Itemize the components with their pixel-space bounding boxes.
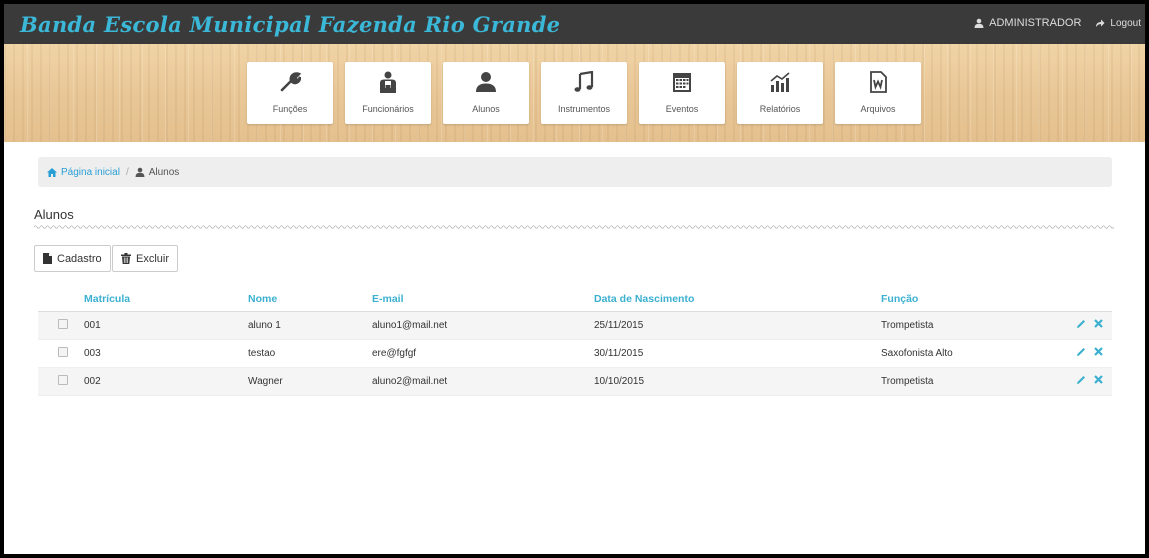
- main-menu: Funções Funcionários Alunos Instrumentos…: [247, 62, 921, 124]
- user-area: ADMINISTRADOR Logout: [974, 17, 1141, 29]
- table-row: 001 aluno 1 aluno1@mail.net 25/11/2015 T…: [38, 311, 1112, 340]
- breadcrumb-home-label: Página inicial: [61, 166, 120, 178]
- pencil-icon[interactable]: [1076, 375, 1086, 385]
- menu-label: Alunos: [472, 104, 500, 114]
- cell-nascimento: 10/10/2015: [594, 367, 881, 396]
- user-icon: [135, 167, 145, 177]
- table-row: 002 Wagner aluno2@mail.net 10/10/2015 Tr…: [38, 367, 1112, 396]
- breadcrumb-home[interactable]: Página inicial: [47, 167, 120, 178]
- cell-email: aluno1@mail.net: [372, 311, 594, 340]
- share-arrow-icon: [1096, 19, 1105, 27]
- top-navbar: Banda Escola Municipal Fazenda Rio Grand…: [4, 4, 1145, 44]
- calendar-icon: [670, 70, 694, 94]
- menu-item-instrumentos[interactable]: Instrumentos: [541, 62, 627, 124]
- cell-funcao: Trompetista: [881, 367, 1076, 396]
- menu-item-eventos[interactable]: Eventos: [639, 62, 725, 124]
- logout-label: Logout: [1110, 17, 1141, 29]
- menu-label: Arquivos: [860, 104, 896, 114]
- cell-email: ere@fgfgf: [372, 339, 594, 368]
- breadcrumb-separator: /: [125, 166, 129, 178]
- wood-banner: Funções Funcionários Alunos Instrumentos…: [4, 44, 1145, 142]
- cell-nome: Wagner: [248, 367, 372, 396]
- trash-icon: [121, 253, 131, 264]
- pencil-icon[interactable]: [1076, 347, 1086, 357]
- row-checkbox[interactable]: [58, 374, 68, 385]
- user-name: ADMINISTRADOR: [989, 17, 1082, 29]
- cell-funcao: Saxofonista Alto: [881, 339, 1076, 368]
- menu-item-arquivos[interactable]: Arquivos: [835, 62, 921, 124]
- header-delete: [1094, 288, 1112, 312]
- row-checkbox[interactable]: [58, 346, 68, 357]
- header-funcao[interactable]: Função: [881, 288, 1076, 312]
- students-table: Matrícula Nome E-mail Data de Nascimento…: [38, 288, 1112, 396]
- chart-icon: [768, 70, 792, 94]
- close-icon[interactable]: [1094, 347, 1103, 356]
- word-file-icon: [866, 70, 890, 94]
- employees-icon: [376, 70, 400, 94]
- cell-matricula: 001: [84, 311, 248, 340]
- table-header-row: Matrícula Nome E-mail Data de Nascimento…: [38, 288, 1112, 312]
- cell-matricula: 002: [84, 367, 248, 396]
- title-divider: [34, 224, 1114, 230]
- header-email[interactable]: E-mail: [372, 288, 594, 312]
- wrench-icon: [278, 70, 302, 94]
- cell-email: aluno2@mail.net: [372, 367, 594, 396]
- breadcrumb-current-label: Alunos: [148, 166, 180, 178]
- menu-label: Funções: [272, 104, 308, 114]
- header-select: [38, 288, 84, 312]
- user-menu[interactable]: ADMINISTRADOR: [974, 17, 1081, 29]
- user-icon: [474, 70, 498, 94]
- cell-nascimento: 30/11/2015: [594, 339, 881, 368]
- menu-label: Instrumentos: [557, 104, 611, 114]
- menu-label: Funcionários: [362, 104, 414, 114]
- add-button[interactable]: Cadastro: [34, 245, 111, 272]
- close-icon[interactable]: [1094, 375, 1103, 384]
- page-title: Alunos: [34, 207, 74, 222]
- delete-button[interactable]: Excluir: [112, 245, 179, 272]
- menu-item-funcoes[interactable]: Funções: [247, 62, 333, 124]
- header-nome[interactable]: Nome: [248, 288, 372, 312]
- header-edit: [1076, 288, 1094, 312]
- cell-nascimento: 25/11/2015: [594, 311, 881, 340]
- breadcrumb-current: Alunos: [135, 166, 180, 178]
- breadcrumb: Página inicial / Alunos: [38, 157, 1112, 187]
- row-checkbox[interactable]: [58, 318, 68, 329]
- logout-link[interactable]: Logout: [1095, 18, 1141, 29]
- user-icon: [974, 18, 984, 28]
- close-icon[interactable]: [1094, 319, 1103, 328]
- menu-label: Relatórios: [759, 104, 801, 114]
- pencil-icon[interactable]: [1076, 319, 1086, 329]
- cell-nome: testao: [248, 339, 372, 368]
- file-icon: [43, 253, 52, 264]
- menu-item-alunos[interactable]: Alunos: [443, 62, 529, 124]
- menu-label: Eventos: [665, 104, 699, 114]
- header-nascimento[interactable]: Data de Nascimento: [594, 288, 881, 312]
- add-button-label: Cadastro: [57, 252, 102, 265]
- table-row: 003 testao ere@fgfgf 30/11/2015 Saxofoni…: [38, 339, 1112, 368]
- music-note-icon: [572, 70, 596, 94]
- menu-item-relatorios[interactable]: Relatórios: [737, 62, 823, 124]
- cell-funcao: Trompetista: [881, 311, 1076, 340]
- header-matricula[interactable]: Matrícula: [84, 288, 248, 312]
- brand-title[interactable]: Banda Escola Municipal Fazenda Rio Grand…: [20, 12, 560, 37]
- delete-button-label: Excluir: [136, 252, 170, 265]
- home-icon: [47, 167, 57, 177]
- menu-item-funcionarios[interactable]: Funcionários: [345, 62, 431, 124]
- cell-nome: aluno 1: [248, 311, 372, 340]
- cell-matricula: 003: [84, 339, 248, 368]
